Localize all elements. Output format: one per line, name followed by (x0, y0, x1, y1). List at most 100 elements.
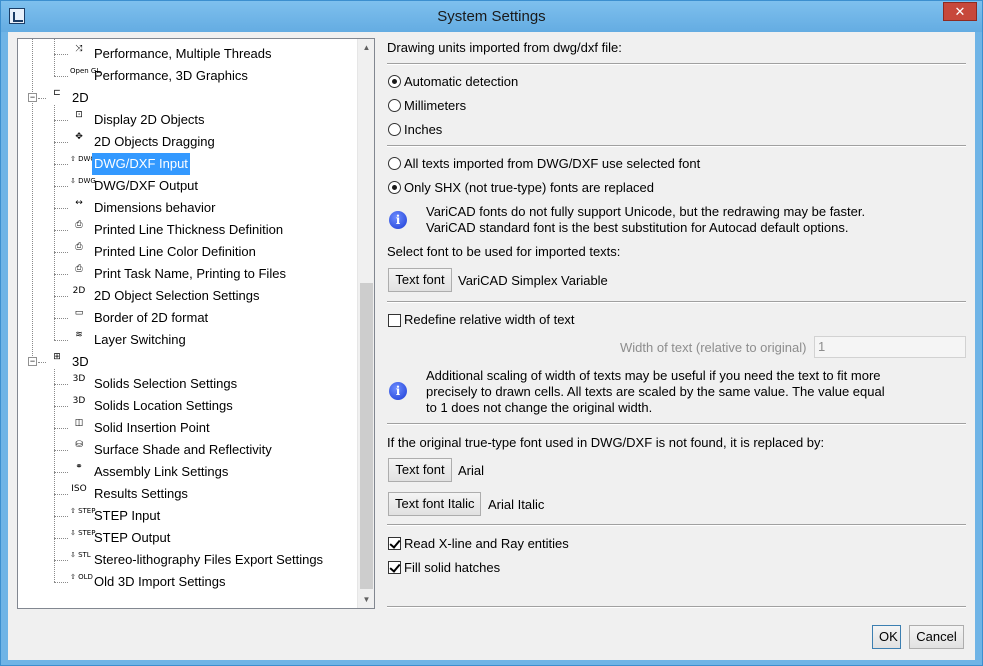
read-xline-checkbox[interactable] (388, 537, 401, 550)
old-import-icon: ⇧ OLD (70, 573, 93, 581)
stl-icon: ⇩ STL (70, 551, 91, 559)
tree-item-label: Assembly Link Settings (94, 464, 229, 479)
tree-item-solid-insertion-point[interactable]: ◫ Solid Insertion Point (70, 417, 318, 439)
tree-connector (54, 582, 68, 583)
results-icon: ISO (71, 484, 87, 494)
units-heading: Drawing units imported from dwg/dxf file… (387, 40, 622, 55)
tree-item-2d[interactable]: ⊏ 2D (48, 87, 318, 109)
tree-item-performance-multiple-threads[interactable]: ⤨ Performance, Multiple Threads (70, 43, 318, 65)
tree-connector (54, 274, 68, 275)
ok-button[interactable]: OK (872, 625, 901, 649)
radio-inches[interactable] (388, 123, 401, 136)
radio-automatic-detection[interactable] (388, 75, 401, 88)
tree-item-print-task-name-printing-to-files[interactable]: ⎙ Print Task Name, Printing to Files (70, 263, 318, 285)
printer-icon: ⎙ (75, 242, 83, 252)
tree-item-old-3d-import-settings[interactable]: ⇧ OLD Old 3D Import Settings (70, 571, 318, 593)
cancel-button[interactable]: Cancel (909, 625, 964, 649)
tree-item-label: Performance, Multiple Threads (94, 46, 272, 61)
tree-item-step-input[interactable]: ⇧ STEP STEP Input (70, 505, 318, 527)
tree-item-2d-object-selection-settings[interactable]: 2D 2D Object Selection Settings (70, 285, 318, 307)
tree-item-label: Printed Line Color Definition (94, 244, 256, 259)
tree-item-results-settings[interactable]: ISO Results Settings (70, 483, 318, 505)
dimension-icon: ↔ (75, 198, 83, 208)
radio-all-texts-label[interactable]: All texts imported from DWG/DXF use sele… (404, 156, 700, 171)
radio-inches-label[interactable]: Inches (404, 122, 442, 137)
tree-connector (54, 296, 68, 297)
tree-item-printed-line-color-definition[interactable]: ⎙ Printed Line Color Definition (70, 241, 318, 263)
display-2d-icon: ⊡ (75, 110, 83, 120)
scroll-up-icon[interactable]: ▲ (358, 39, 374, 56)
tree-item-stereo-lithography-files-export-settings[interactable]: ⇩ STL Stereo-lithography Files Export Set… (70, 549, 323, 571)
tree-item-label: Solid Insertion Point (94, 420, 210, 435)
tree-item-2d-objects-dragging[interactable]: ✥ 2D Objects Dragging (70, 131, 318, 153)
tree-item-dwg-dxf-input[interactable]: ⇧ DWG DWG/DXF Input (70, 153, 318, 175)
step-input-icon: ⇧ STEP (70, 507, 96, 515)
width-of-text-input[interactable]: 1 (814, 336, 966, 358)
tree-guide-line (54, 369, 55, 582)
tree-item-border-of-2d-format[interactable]: ▭ Border of 2D format (70, 307, 318, 329)
fill-hatches-label[interactable]: Fill solid hatches (404, 560, 500, 575)
tree-expander-icon[interactable]: − (28, 357, 37, 366)
tree-item-label: STEP Input (94, 508, 161, 523)
separator (387, 301, 966, 303)
border-icon: ▭ (74, 308, 84, 318)
tree-connector (54, 164, 68, 165)
tree-expander-icon[interactable]: − (28, 93, 37, 102)
tree-item-performance-3d-graphics[interactable]: Open GL Performance, 3D Graphics (70, 65, 318, 87)
scroll-thumb[interactable] (360, 283, 373, 589)
tree-item-dwg-dxf-output[interactable]: ⇩ DWG DWG/DXF Output (70, 175, 318, 197)
tree-item-label: Solids Location Settings (94, 398, 233, 413)
read-xline-label[interactable]: Read X-line and Ray entities (404, 536, 569, 551)
close-button[interactable]: ✕ (943, 2, 977, 21)
width-of-text-label: Width of text (relative to original) (620, 340, 807, 355)
printer-icon: ⎙ (75, 220, 83, 230)
fill-hatches-checkbox[interactable] (388, 561, 401, 574)
tree-connector (54, 538, 68, 539)
tree-item-3d[interactable]: ⊞ 3D (48, 351, 318, 373)
tree-item-label: 2D (72, 90, 89, 105)
layers-icon: ≋ (75, 330, 83, 340)
tree-item-dimensions-behavior[interactable]: ↔ Dimensions behavior (70, 197, 318, 219)
tree-item-surface-shade-and-reflectivity[interactable]: ⛁ Surface Shade and Reflectivity (70, 439, 318, 461)
info-scaling-line2: precisely to drawn cells. All texts are … (426, 384, 885, 399)
tree-item-label: Performance, 3D Graphics (94, 68, 248, 83)
title-bar[interactable]: System Settings ✕ (1, 1, 982, 32)
tree-item-printed-line-thickness-definition[interactable]: ⎙ Printed Line Thickness Definition (70, 219, 318, 241)
tree-connector (54, 384, 68, 385)
tree-item-label: 3D (72, 354, 89, 369)
solids-location-icon: 3D (72, 396, 86, 406)
radio-automatic-detection-label[interactable]: Automatic detection (404, 74, 518, 89)
redefine-width-label[interactable]: Redefine relative width of text (404, 312, 575, 327)
radio-millimeters[interactable] (388, 99, 401, 112)
truetype-italic-font-button[interactable]: Text font Italic (388, 492, 481, 516)
tree-item-label: DWG/DXF Input (92, 153, 190, 175)
tree-item-label: Dimensions behavior (94, 200, 216, 215)
tree-item-assembly-link-settings[interactable]: ⚭ Assembly Link Settings (70, 461, 318, 483)
tree-scrollbar[interactable]: ▲ ▼ (357, 39, 374, 608)
shade-icon: ⛁ (75, 440, 83, 450)
separator (387, 63, 966, 65)
radio-only-shx-label[interactable]: Only SHX (not true-type) fonts are repla… (404, 180, 654, 195)
tree-item-solids-selection-settings[interactable]: 3D Solids Selection Settings (70, 373, 318, 395)
window-title: System Settings (437, 8, 546, 25)
solids-select-icon: 3D (72, 374, 86, 384)
info-substitution-text: VariCAD standard font is the best substi… (426, 220, 849, 235)
tree-item-solids-location-settings[interactable]: 3D Solids Location Settings (70, 395, 318, 417)
step-output-icon: ⇩ STEP (70, 529, 96, 537)
tree-connector (54, 230, 68, 231)
radio-all-texts-selected-font[interactable] (388, 157, 401, 170)
redefine-width-checkbox[interactable] (388, 314, 401, 327)
truetype-font-button[interactable]: Text font (388, 458, 452, 482)
truetype-replace-label: If the original true-type font used in D… (387, 435, 825, 450)
tree-item-step-output[interactable]: ⇩ STEP STEP Output (70, 527, 318, 549)
tree-connector (54, 516, 68, 517)
tree-item-label: 2D Objects Dragging (94, 134, 215, 149)
radio-only-shx-replaced[interactable] (388, 181, 401, 194)
scroll-down-icon[interactable]: ▼ (358, 591, 374, 608)
radio-millimeters-label[interactable]: Millimeters (404, 98, 466, 113)
text-font-button[interactable]: Text font (388, 268, 452, 292)
insertion-point-icon: ◫ (74, 418, 84, 428)
info-icon: i (389, 211, 407, 229)
tree-item-layer-switching[interactable]: ≋ Layer Switching (70, 329, 318, 351)
tree-item-display-2d-objects[interactable]: ⊡ Display 2D Objects (70, 109, 318, 131)
